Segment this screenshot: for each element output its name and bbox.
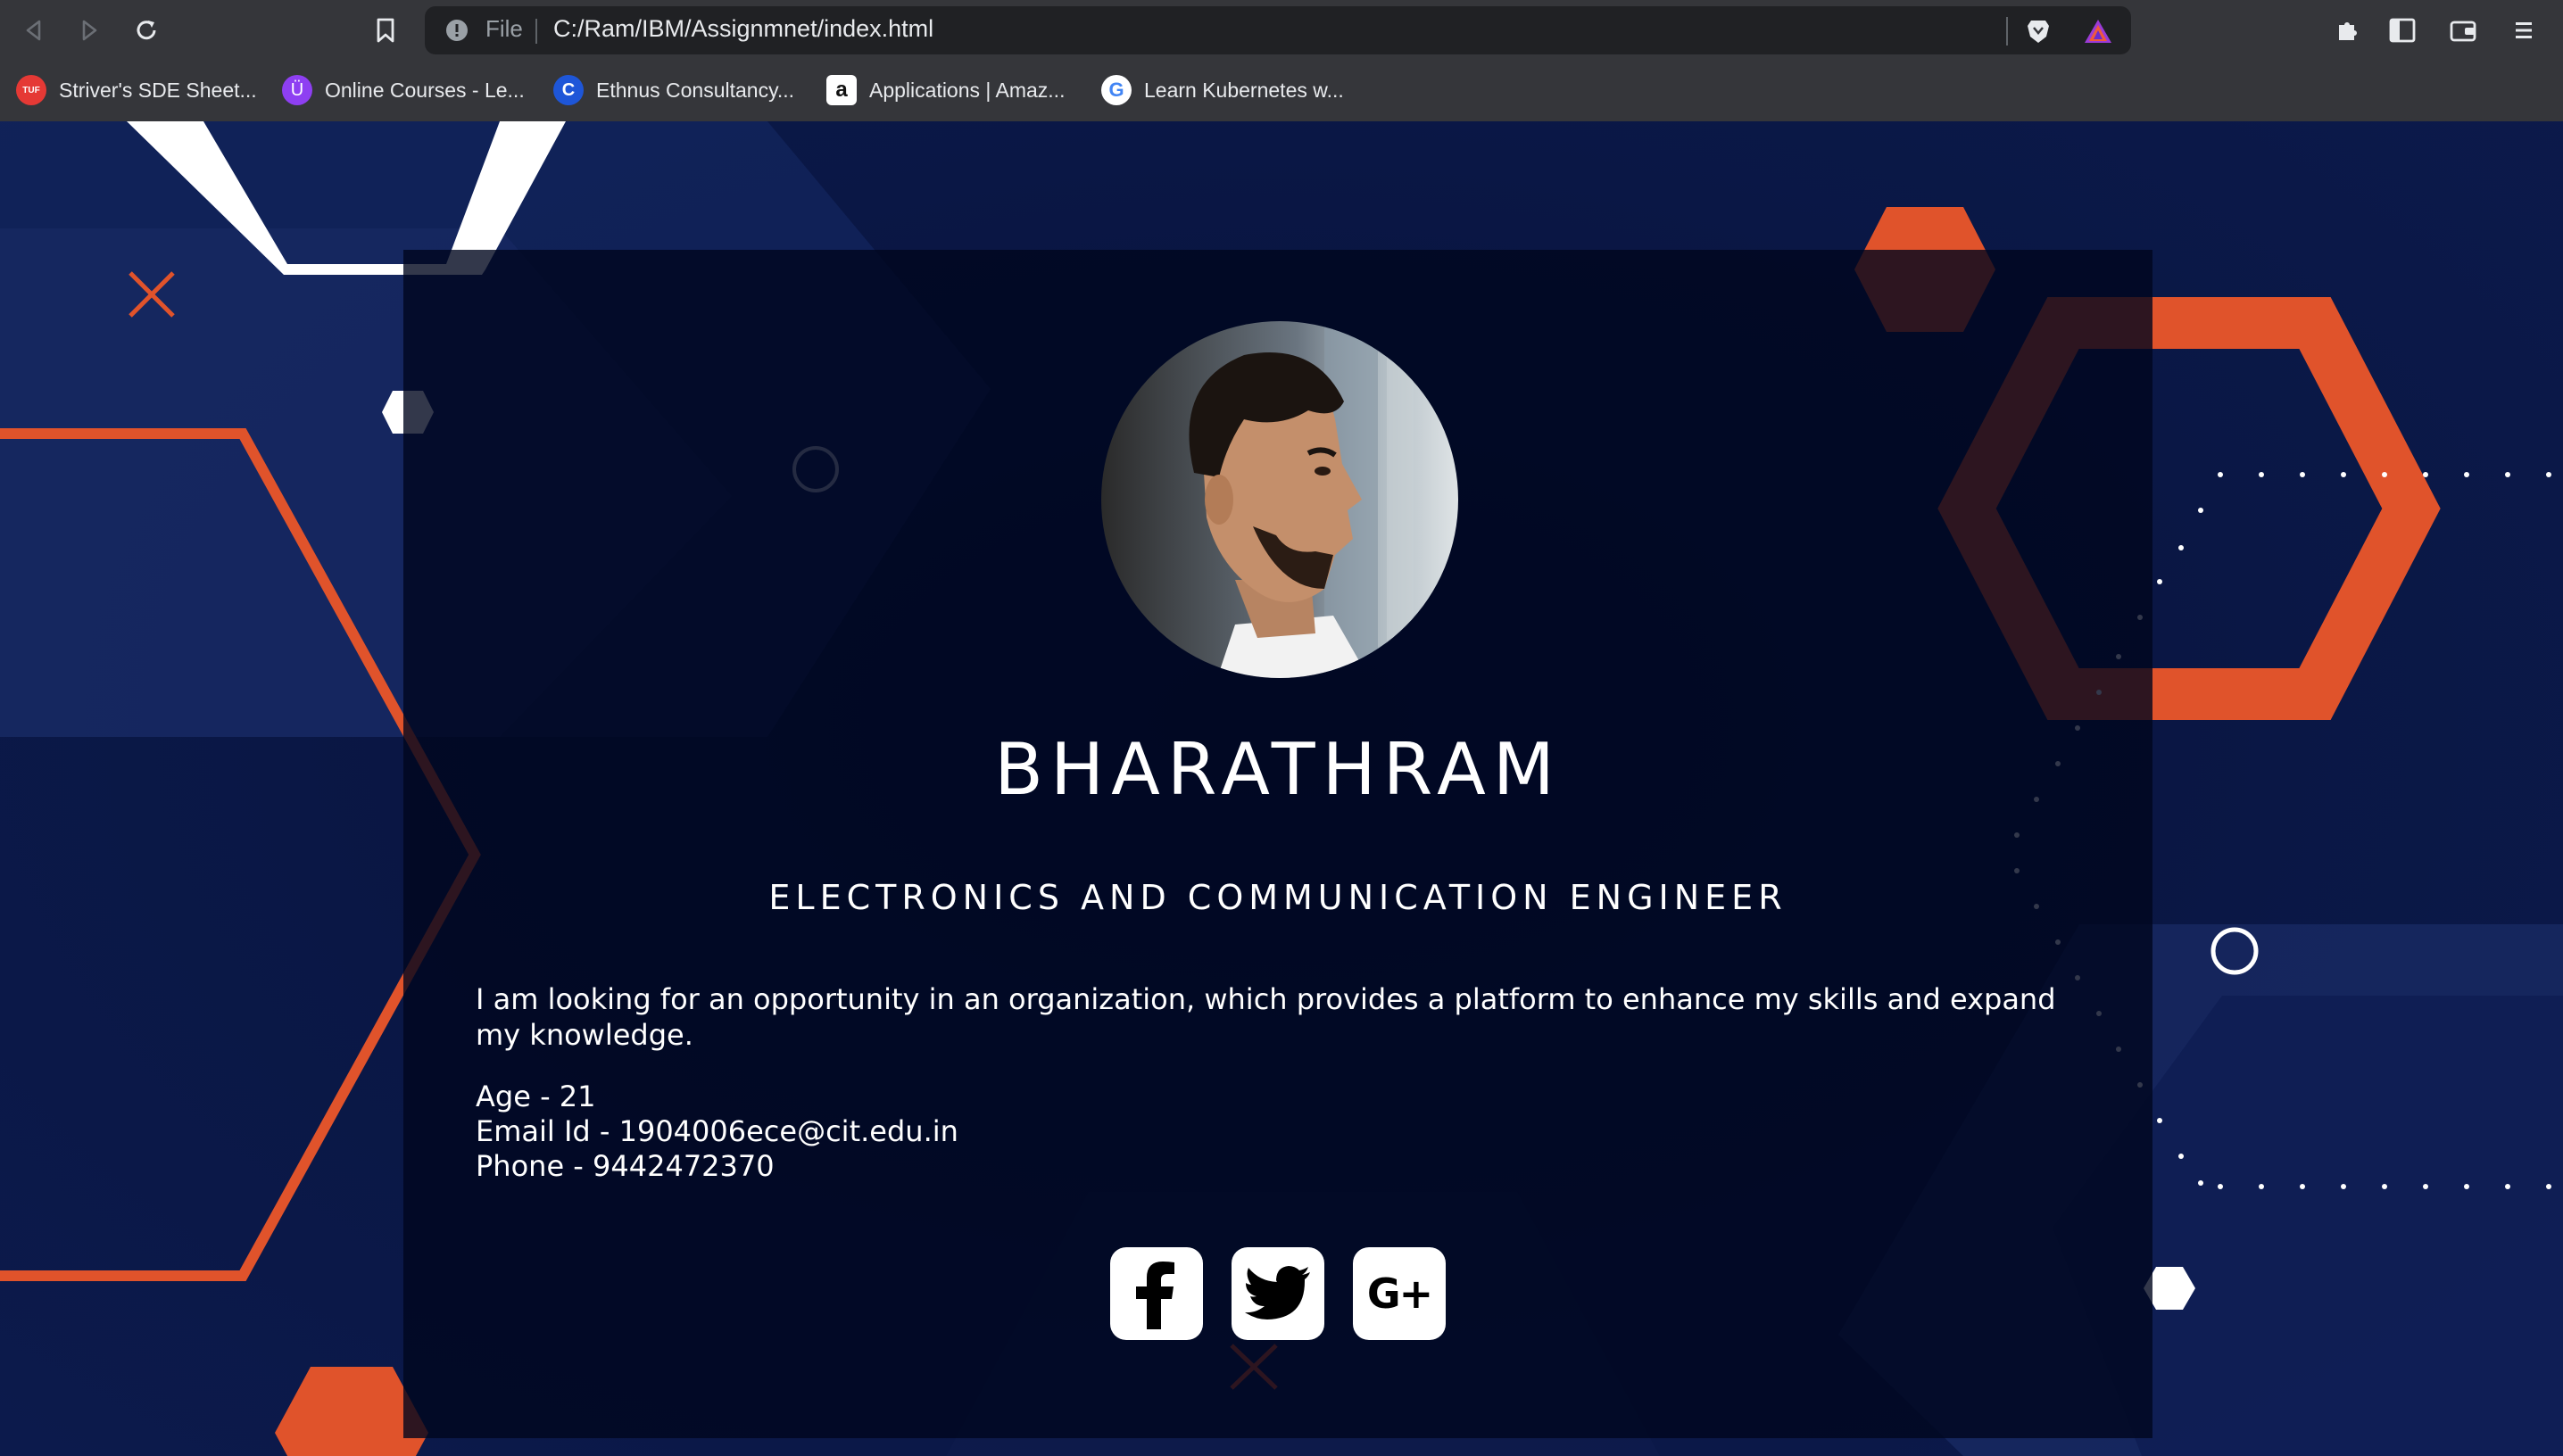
extensions-button[interactable]: [2329, 12, 2365, 48]
bookmark-item[interactable]: Ü Online Courses - Le...: [282, 70, 525, 110]
forward-arrow-icon: [82, 20, 97, 41]
bookmark-icon: [377, 18, 394, 43]
bookmark-item[interactable]: TUF Striver's SDE Sheet...: [16, 70, 257, 110]
decor-dot: [2198, 1180, 2203, 1186]
back-arrow-icon: [26, 20, 41, 41]
udemy-icon: Ü: [282, 75, 312, 105]
profile-photo-image: [1101, 321, 1458, 678]
facebook-icon: [1136, 1262, 1174, 1329]
file-scheme-label: File: [485, 15, 523, 42]
decor-dot: [2178, 1154, 2184, 1159]
profile-details: Age - 21 Email Id - 1904006ece@cit.edu.i…: [476, 1080, 1814, 1184]
menu-button[interactable]: [2506, 12, 2542, 48]
decor-dot: [2423, 472, 2428, 477]
tuf-icon: TUF: [16, 75, 46, 105]
decor-dot: [2546, 1184, 2551, 1189]
url-separator: [535, 19, 537, 44]
reload-icon: [137, 21, 156, 40]
twitter-link[interactable]: [1232, 1247, 1324, 1340]
sidebar-button[interactable]: [2385, 12, 2420, 48]
facebook-link[interactable]: [1110, 1247, 1203, 1340]
decor-dot: [2382, 472, 2387, 477]
bookmarks-bar: TUF Striver's SDE Sheet... Ü Online Cour…: [0, 59, 2563, 121]
profile-email: Email Id - 1904006ece@cit.edu.in: [476, 1114, 958, 1148]
decor-dot: [2464, 472, 2469, 477]
decor-dot: [2300, 1184, 2305, 1189]
decor-dot: [2423, 1184, 2428, 1189]
bookmark-label: Online Courses - Le...: [325, 78, 525, 102]
wallet-icon: [2450, 21, 2476, 42]
back-button[interactable]: [16, 12, 52, 48]
decor-dot: [2505, 472, 2510, 477]
decor-dot: [2178, 545, 2184, 550]
bookmark-label: Learn Kubernetes w...: [1144, 78, 1344, 102]
sidebar-icon: [2389, 18, 2416, 43]
decor-dot: [2218, 472, 2223, 477]
ethnus-icon: C: [553, 75, 584, 105]
omnibox-separator: [2006, 17, 2008, 46]
decor-dot: [2546, 472, 2551, 477]
google-plus-link[interactable]: G+: [1353, 1247, 1446, 1340]
decor-dot: [2382, 1184, 2387, 1189]
brave-rewards-icon[interactable]: [2083, 17, 2113, 46]
bookmark-item[interactable]: a Applications | Amaz...: [826, 70, 1065, 110]
social-links: G+: [1110, 1247, 1446, 1340]
bookmark-label: Striver's SDE Sheet...: [59, 78, 257, 102]
decor-dot: [2505, 1184, 2510, 1189]
profile-age: Age - 21: [476, 1080, 596, 1113]
bookmark-item[interactable]: G Learn Kubernetes w...: [1101, 70, 1344, 110]
hamburger-menu-icon: [2516, 22, 2532, 38]
info-icon[interactable]: [444, 18, 469, 43]
twitter-icon: [1245, 1266, 1310, 1320]
profile-about: I am looking for an opportunity in an or…: [476, 982, 2056, 1052]
forward-button[interactable]: [71, 12, 107, 48]
bookmark-item[interactable]: C Ethnus Consultancy...: [553, 70, 794, 110]
decor-dot: [2341, 1184, 2346, 1189]
profile-phone: Phone - 9442472370: [476, 1149, 775, 1183]
page-viewport: BHARATHRAM ELECTRONICS AND COMMUNICATION…: [0, 121, 2563, 1456]
decor-dot: [2157, 1118, 2162, 1123]
bookmark-page-button[interactable]: [368, 12, 403, 48]
puzzle-icon: [2339, 22, 2357, 40]
wallet-button[interactable]: [2445, 12, 2481, 48]
decor-dot: [2198, 508, 2203, 513]
browser-toolbar: File C:/Ram/IBM/Assignmnet/index.html: [0, 0, 2563, 59]
decor-dot: [2218, 1184, 2223, 1189]
url-text[interactable]: C:/Ram/IBM/Assignmnet/index.html: [553, 15, 933, 43]
decor-dot: [2300, 472, 2305, 477]
decor-dot: [2157, 579, 2162, 584]
bookmark-label: Ethnus Consultancy...: [596, 78, 795, 102]
bookmark-label: Applications | Amaz...: [869, 78, 1066, 102]
reload-button[interactable]: [129, 12, 164, 48]
profile-photo: [1101, 321, 1458, 678]
address-bar[interactable]: File C:/Ram/IBM/Assignmnet/index.html: [425, 6, 2131, 54]
decor-dot: [2259, 472, 2264, 477]
amazon-icon: a: [826, 75, 857, 105]
decor-dot: [2464, 1184, 2469, 1189]
google-plus-icon: G+: [1366, 1270, 1433, 1318]
google-icon: G: [1101, 75, 1132, 105]
decor-dot: [2259, 1184, 2264, 1189]
profile-role: ELECTRONICS AND COMMUNICATION ENGINEER: [768, 878, 1787, 917]
profile-name: BHARATHRAM: [994, 728, 1562, 811]
brave-shields-icon[interactable]: [2024, 17, 2053, 46]
decor-dot: [2341, 472, 2346, 477]
